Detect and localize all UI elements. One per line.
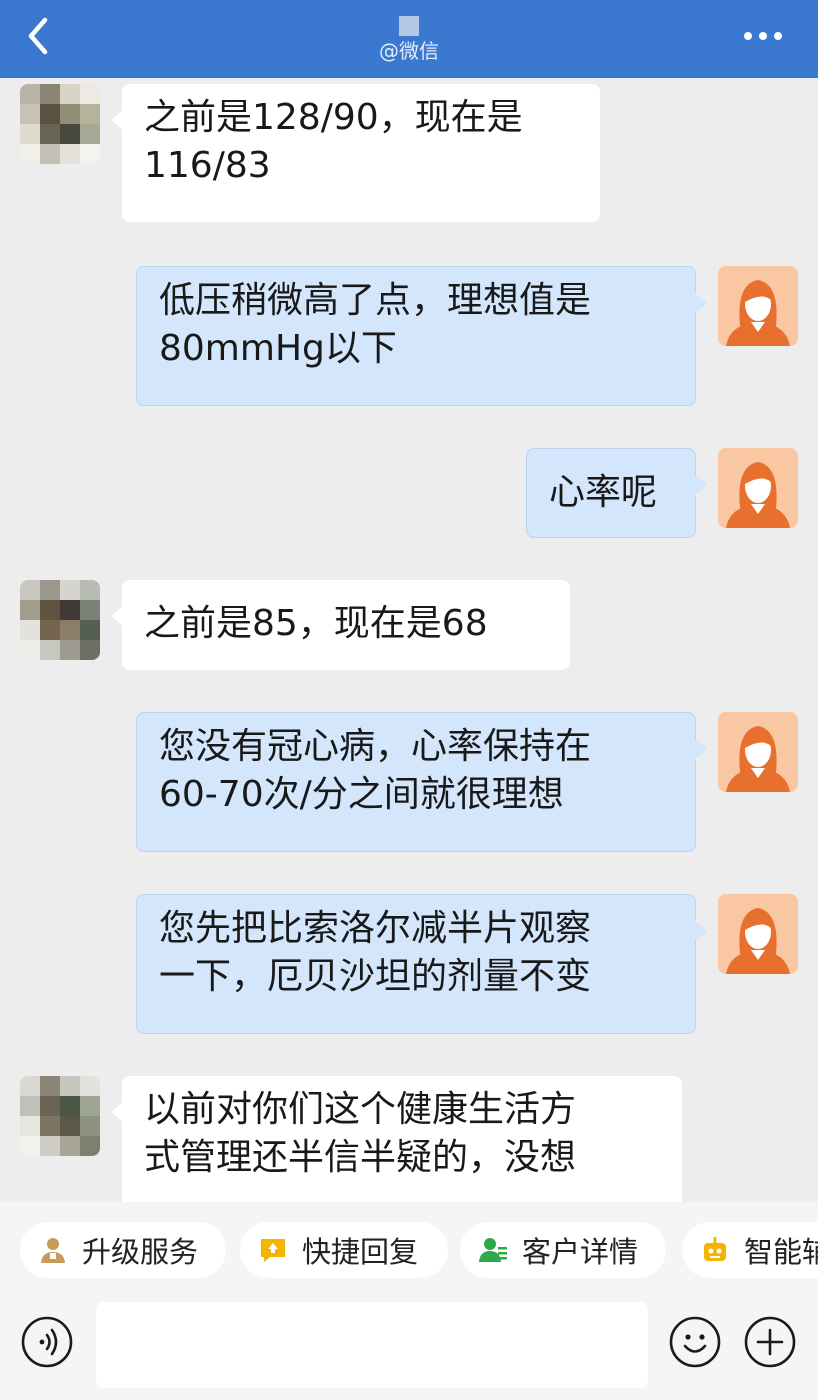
- message-text-line: 80mmHg以下: [159, 328, 397, 369]
- doctor-avatar[interactable]: [718, 266, 798, 346]
- more-dot-icon: [744, 32, 752, 40]
- message-text-line: 您没有冠心病，心率保持在: [159, 726, 592, 767]
- quick-action-label: 智能辅: [744, 1235, 818, 1269]
- female-doctor-icon: [718, 894, 798, 974]
- message-text-line: 低压稍微高了点，理想值是: [159, 280, 592, 321]
- customer-avatar[interactable]: [20, 580, 100, 660]
- quick-reply-button[interactable]: 快捷回复: [240, 1222, 448, 1278]
- message-list[interactable]: 之前是128/90，现在是 116/83 低压稍微高了点，理想值是 80mmHg…: [0, 78, 818, 1202]
- female-doctor-icon: [718, 712, 798, 792]
- quick-action-label: 客户详情: [522, 1235, 639, 1269]
- message-text-line: 一下，厄贝沙坦的剂量不变: [159, 956, 592, 997]
- message-bubble[interactable]: 心率呢: [526, 448, 707, 538]
- message-text-line: 以前对你们这个健康生活方: [144, 1089, 577, 1130]
- more-options-button[interactable]: [738, 18, 788, 54]
- back-button[interactable]: [16, 14, 60, 58]
- chat-subtitle: @微信: [379, 39, 439, 63]
- message-text-line: 116/83: [144, 145, 271, 186]
- message-bubble[interactable]: 之前是85，现在是68: [111, 580, 570, 670]
- emoji-button[interactable]: [668, 1315, 722, 1369]
- message-text-line: 之前是85，现在是68: [144, 603, 488, 644]
- message-row: 之前是128/90，现在是 116/83: [0, 78, 818, 228]
- message-row: 心率呢: [0, 448, 818, 538]
- customer-avatar[interactable]: [20, 84, 100, 164]
- customer-details-button[interactable]: 客户详情: [460, 1222, 666, 1278]
- quick-action-bar[interactable]: 升级服务 快捷回复 客户详情 智能辅: [0, 1202, 818, 1300]
- more-dot-icon: [759, 32, 767, 40]
- plus-icon: [744, 1316, 796, 1368]
- person-badge-icon: [41, 1238, 65, 1263]
- quick-reply-icon: [261, 1239, 285, 1262]
- female-doctor-icon: [718, 266, 798, 346]
- more-dot-icon: [774, 32, 782, 40]
- chevron-left-icon: [28, 17, 48, 55]
- upgrade-service-button[interactable]: 升级服务: [20, 1222, 226, 1278]
- smiley-icon: [669, 1316, 721, 1368]
- chat-header: @微信: [0, 0, 818, 78]
- message-bubble[interactable]: 低压稍微高了点，理想值是 80mmHg以下: [136, 266, 707, 406]
- voice-icon: [21, 1316, 73, 1368]
- doctor-avatar[interactable]: [718, 448, 798, 528]
- message-input[interactable]: [96, 1302, 648, 1388]
- message-bubble[interactable]: 以前对你们这个健康生活方 式管理还半信半疑的，没想: [111, 1076, 682, 1202]
- message-bubble[interactable]: 您没有冠心病，心率保持在 60-70次/分之间就很理想: [136, 712, 707, 852]
- chat-title: @微信: [309, 12, 509, 64]
- quick-action-label: 升级服务: [82, 1235, 199, 1269]
- message-text-line: 60-70次/分之间就很理想: [159, 774, 564, 815]
- message-row: 低压稍微高了点，理想值是 80mmHg以下: [0, 266, 818, 406]
- message-row: 您先把比索洛尔减半片观察 一下，厄贝沙坦的剂量不变: [0, 894, 818, 1034]
- message-text-line: 之前是128/90，现在是: [144, 97, 523, 138]
- message-row: 之前是85，现在是68: [0, 580, 818, 672]
- contact-mini-avatar: [399, 16, 419, 36]
- message-row: 以前对你们这个健康生活方 式管理还半信半疑的，没想: [0, 1076, 818, 1202]
- message-bubble[interactable]: 之前是128/90，现在是 116/83: [111, 84, 600, 222]
- message-text-line: 式管理还半信半疑的，没想: [144, 1137, 577, 1178]
- doctor-avatar[interactable]: [718, 894, 798, 974]
- robot-icon: [704, 1237, 726, 1261]
- message-text-line: 心率呢: [549, 472, 658, 513]
- female-doctor-icon: [718, 448, 798, 528]
- input-bar: [0, 1300, 818, 1400]
- voice-input-button[interactable]: [20, 1315, 74, 1369]
- message-bubble[interactable]: 您先把比索洛尔减半片观察 一下，厄贝沙坦的剂量不变: [136, 894, 707, 1034]
- customer-avatar[interactable]: [20, 1076, 100, 1156]
- more-functions-button[interactable]: [743, 1315, 797, 1369]
- customer-icon: [479, 1238, 507, 1262]
- message-text-line: 您先把比索洛尔减半片观察: [159, 908, 592, 949]
- doctor-avatar[interactable]: [718, 712, 798, 792]
- message-row: 您没有冠心病，心率保持在 60-70次/分之间就很理想: [0, 712, 818, 852]
- smart-assistant-button[interactable]: 智能辅: [682, 1222, 818, 1278]
- quick-action-label: 快捷回复: [302, 1235, 419, 1269]
